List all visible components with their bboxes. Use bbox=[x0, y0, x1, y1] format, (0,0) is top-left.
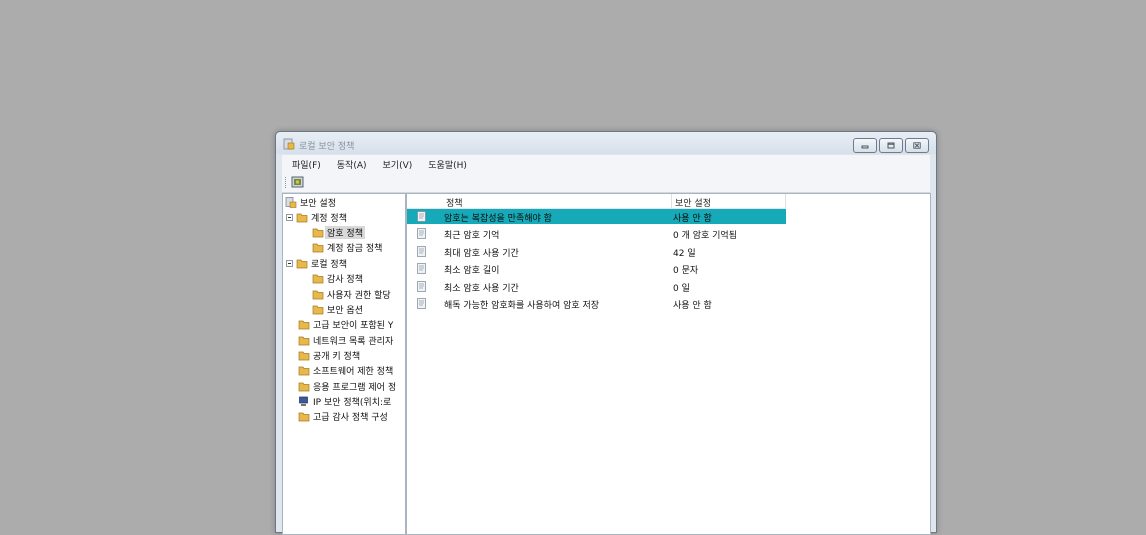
policy-setting: 사용 안 함 bbox=[673, 214, 712, 224]
column-header-policy[interactable]: 정책 bbox=[446, 196, 463, 209]
policy-row[interactable]: 암호는 복잡성을 만족해야 함 사용 안 함 bbox=[407, 209, 786, 224]
maximize-button[interactable] bbox=[879, 138, 903, 153]
export-list-icon[interactable] bbox=[291, 176, 304, 188]
toolbar-grip bbox=[285, 177, 287, 188]
policy-list-pane[interactable]: 정책 보안 설정 암호는 복잡성을 만족해야 함 사용 안 함 최근 암호 기억… bbox=[406, 193, 931, 535]
policy-row[interactable]: 최근 암호 기억 0 개 암호 기억됨 bbox=[407, 226, 786, 241]
window-controls bbox=[853, 138, 929, 153]
column-divider[interactable] bbox=[671, 194, 672, 208]
folder-icon bbox=[312, 243, 324, 253]
tree-label: 사용자 권한 할당 bbox=[327, 291, 391, 301]
folder-icon bbox=[312, 274, 324, 284]
policy-name: 최근 암호 기억 bbox=[444, 231, 500, 241]
policy-row[interactable]: 최소 암호 길이 0 문자 bbox=[407, 261, 786, 276]
policy-icon bbox=[417, 263, 426, 274]
collapse-toggle[interactable] bbox=[286, 214, 293, 221]
menu-view[interactable]: 보기(V) bbox=[373, 158, 419, 171]
security-policy-icon bbox=[283, 138, 295, 150]
policy-row[interactable]: 최소 암호 사용 기간 0 일 bbox=[407, 279, 786, 294]
menu-help[interactable]: 도움말(H) bbox=[418, 158, 473, 171]
folder-icon bbox=[298, 320, 310, 330]
policy-icon bbox=[417, 211, 426, 222]
policy-icon bbox=[417, 228, 426, 239]
tree-label: 공개 키 정책 bbox=[313, 352, 361, 362]
policy-name: 최소 암호 사용 기간 bbox=[444, 284, 519, 294]
folder-icon bbox=[296, 213, 308, 223]
tree-item-advanced-audit[interactable]: 고급 감사 정책 구성 bbox=[298, 409, 388, 424]
tree-item-local-policy[interactable]: 로컬 정책 bbox=[286, 256, 347, 271]
policy-row[interactable]: 해독 가능한 암호화를 사용하여 암호 저장 사용 안 함 bbox=[407, 296, 786, 311]
security-settings-icon bbox=[285, 197, 297, 208]
policy-setting: 42 일 bbox=[673, 249, 696, 259]
policy-setting: 0 개 암호 기억됨 bbox=[673, 231, 737, 241]
tree-pane[interactable]: 보안 설정 계정 정책 암호 정책 계정 잠금 정책 로컬 정책 감사 정책 사… bbox=[282, 193, 406, 535]
folder-icon bbox=[312, 228, 324, 238]
tree-item-security-settings[interactable]: 보안 설정 bbox=[285, 195, 336, 210]
policy-setting: 0 문자 bbox=[673, 266, 699, 276]
policy-setting: 사용 안 함 bbox=[673, 301, 712, 311]
minimize-button[interactable] bbox=[853, 138, 877, 153]
policy-icon bbox=[417, 246, 426, 257]
policy-name: 최대 암호 사용 기간 bbox=[444, 249, 519, 259]
window-title: 로컬 보안 정책 bbox=[299, 142, 355, 152]
menu-file[interactable]: 파일(F) bbox=[282, 158, 327, 171]
computer-shield-icon bbox=[299, 396, 308, 406]
tree-item-app-control[interactable]: 응용 프로그램 제어 정 bbox=[298, 379, 396, 394]
collapse-toggle[interactable] bbox=[286, 260, 293, 267]
tree-item-security-options[interactable]: 보안 옵션 bbox=[312, 302, 363, 317]
policy-row[interactable]: 최대 암호 사용 기간 42 일 bbox=[407, 244, 786, 259]
folder-icon bbox=[298, 336, 310, 346]
policy-setting: 0 일 bbox=[673, 284, 690, 294]
tree-item-user-rights[interactable]: 사용자 권한 할당 bbox=[312, 287, 391, 302]
toolbar bbox=[282, 173, 930, 193]
tree-item-advanced-firewall[interactable]: 고급 보안이 포함된 Y bbox=[298, 317, 393, 332]
policy-name: 최소 암호 길이 bbox=[444, 266, 500, 276]
folder-icon bbox=[298, 366, 310, 376]
tree-item-network-list[interactable]: 네트워크 목록 관리자 bbox=[298, 333, 393, 348]
tree-item-public-key[interactable]: 공개 키 정책 bbox=[298, 348, 360, 363]
tree-label: 로컬 정책 bbox=[311, 260, 347, 270]
tree-label: 소프트웨어 제한 정책 bbox=[313, 367, 394, 377]
folder-icon bbox=[312, 305, 324, 315]
list-header: 정책 보안 설정 bbox=[407, 194, 786, 209]
policy-name: 암호는 복잡성을 만족해야 함 bbox=[444, 214, 552, 224]
policy-icon bbox=[417, 298, 426, 309]
minimize-icon bbox=[861, 145, 869, 148]
tree-item-password-policy[interactable]: 암호 정책 bbox=[312, 225, 365, 240]
tree-label: 응용 프로그램 제어 정 bbox=[313, 383, 397, 393]
tree-label: 감사 정책 bbox=[327, 275, 363, 285]
tree-item-software-restriction[interactable]: 소프트웨어 제한 정책 bbox=[298, 363, 393, 378]
policy-name: 해독 가능한 암호화를 사용하여 암호 저장 bbox=[444, 301, 600, 311]
maximize-icon bbox=[887, 142, 895, 149]
tree-label: 보안 설정 bbox=[300, 199, 336, 209]
tree-item-ip-security[interactable]: IP 보안 정책(위치:로 bbox=[298, 394, 391, 409]
tree-item-audit-policy[interactable]: 감사 정책 bbox=[312, 271, 363, 286]
tree-label: 계정 정책 bbox=[311, 214, 347, 224]
tree-item-account-policy[interactable]: 계정 정책 bbox=[286, 210, 347, 225]
tree-label: 보안 옵션 bbox=[327, 306, 363, 316]
folder-icon bbox=[298, 351, 310, 361]
menu-bar: 파일(F) 동작(A) 보기(V) 도움말(H) bbox=[282, 155, 930, 173]
column-header-setting[interactable]: 보안 설정 bbox=[675, 196, 711, 209]
title-bar[interactable]: 로컬 보안 정책 bbox=[276, 132, 936, 154]
folder-icon bbox=[296, 259, 308, 269]
folder-icon bbox=[312, 290, 324, 300]
tree-label: 암호 정책 bbox=[325, 226, 365, 239]
folder-icon bbox=[298, 412, 310, 422]
local-security-policy-window: 로컬 보안 정책 파일(F) 동작(A) 보기(V) 도움말(H) 보안 설정 … bbox=[275, 131, 937, 535]
tree-label: IP 보안 정책(위치:로 bbox=[313, 398, 392, 408]
policy-icon bbox=[417, 281, 426, 292]
folder-icon bbox=[298, 382, 310, 392]
menu-action[interactable]: 동작(A) bbox=[327, 158, 373, 171]
tree-item-lockout-policy[interactable]: 계정 잠금 정책 bbox=[312, 240, 382, 255]
close-icon bbox=[913, 142, 921, 149]
tree-label: 네트워크 목록 관리자 bbox=[313, 337, 394, 347]
tree-label: 고급 보안이 포함된 Y bbox=[313, 321, 394, 331]
tree-label: 계정 잠금 정책 bbox=[327, 244, 383, 254]
close-button[interactable] bbox=[905, 138, 929, 153]
column-divider[interactable] bbox=[785, 194, 786, 208]
tree-label: 고급 감사 정책 구성 bbox=[313, 413, 388, 423]
